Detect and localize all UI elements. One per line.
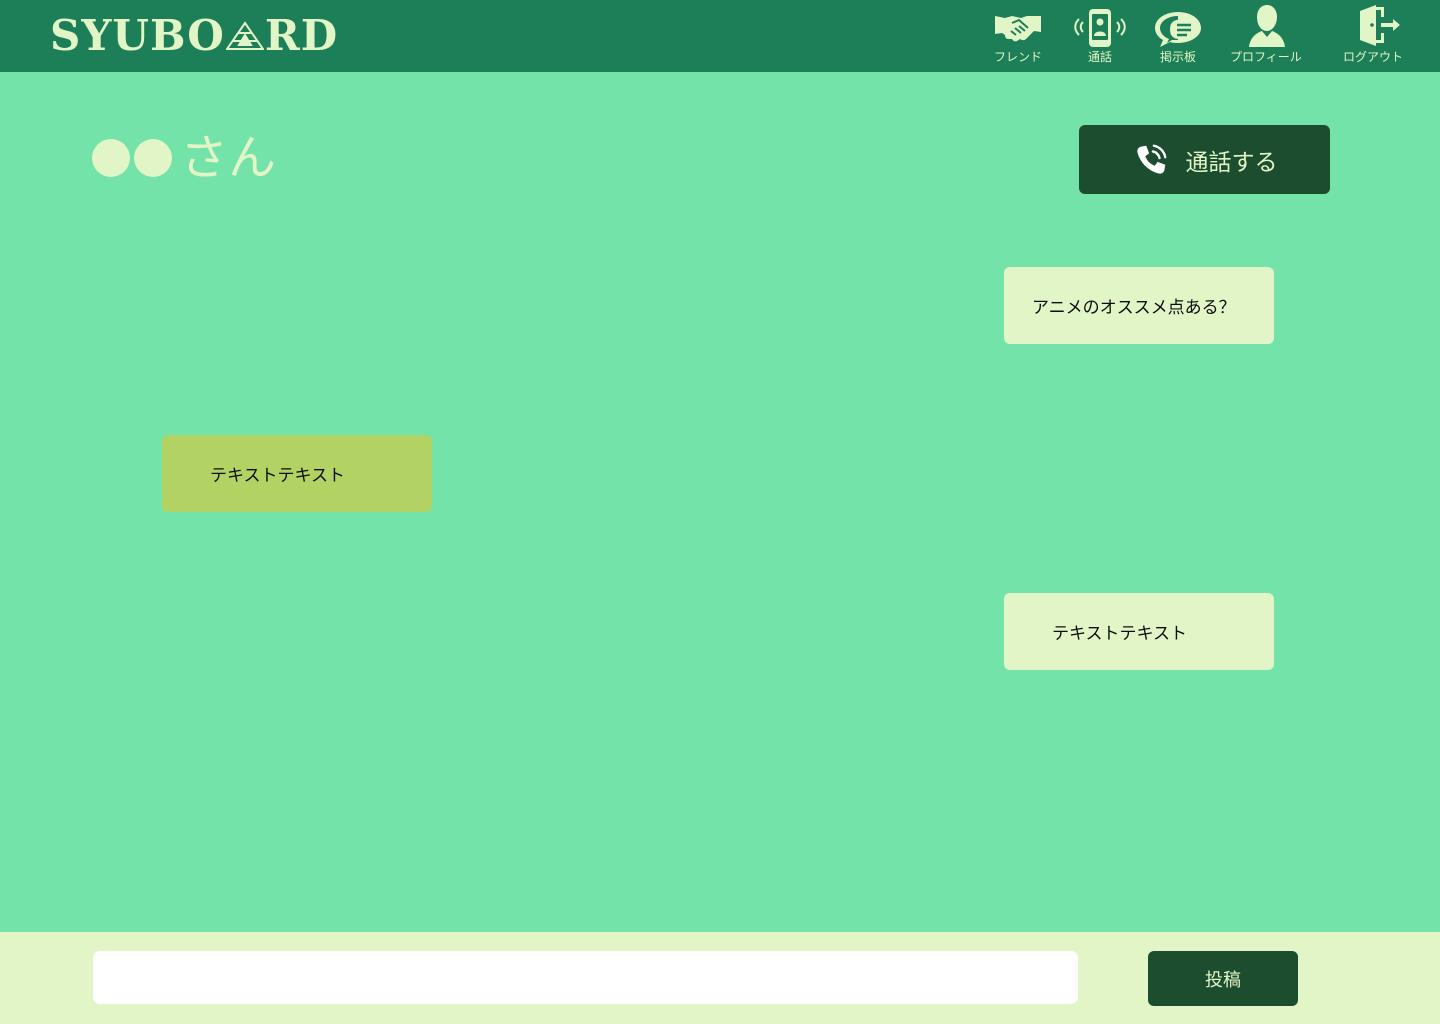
message-input[interactable] — [93, 951, 1078, 1004]
nav-item-friends[interactable]: フレンド — [988, 4, 1048, 68]
message-bubble-received: テキストテキスト — [1004, 593, 1274, 670]
message-text: テキストテキスト — [210, 466, 345, 486]
chat-bubble-icon — [1155, 12, 1201, 47]
start-call-button[interactable]: 通話する — [1079, 125, 1330, 194]
name-placeholder-dot — [134, 139, 172, 177]
nav-item-logout[interactable]: ログアウト — [1343, 4, 1403, 68]
chat-partner-title: さん — [92, 128, 276, 188]
call-button-label: 通話する — [1185, 149, 1278, 176]
nav-item-call[interactable]: 通話 — [1070, 4, 1130, 68]
message-text: アニメのオススメ点ある？ — [1032, 298, 1236, 318]
handshake-icon — [995, 16, 1041, 42]
logo-triangle-mark-icon — [225, 21, 264, 50]
message-text: テキストテキスト — [1052, 624, 1187, 644]
nav-item-board[interactable]: 掲示板 — [1148, 4, 1208, 68]
logo-text-right: RD — [264, 11, 339, 60]
message-bubble-received: アニメのオススメ点ある？ — [1004, 267, 1274, 344]
top-header: SYUBO RD フレンド 通話 掲示板 プロフィール ログアウト — [0, 0, 1440, 72]
nav-label-friends: フレンド — [993, 50, 1042, 64]
app-logo[interactable]: SYUBO RD — [50, 10, 338, 62]
name-placeholder-dot — [92, 139, 130, 177]
partner-name-suffix: さん — [180, 130, 277, 186]
nav-item-profile[interactable]: プロフィール — [1230, 4, 1302, 68]
phone-ringing-icon — [1136, 144, 1166, 174]
nav-label-profile: プロフィール — [1230, 50, 1302, 64]
phone-call-icon — [1074, 9, 1126, 47]
logout-door-icon — [1360, 5, 1400, 46]
nav-label-call: 通話 — [1087, 50, 1112, 64]
nav-label-logout: ログアウト — [1343, 50, 1404, 64]
person-icon — [1248, 5, 1285, 47]
post-button[interactable]: 投稿 — [1148, 951, 1298, 1006]
logo-text-left: SYUBO — [50, 11, 225, 60]
message-bubble-sent: テキストテキスト — [162, 435, 432, 512]
nav-label-board: 掲示板 — [1159, 50, 1196, 64]
